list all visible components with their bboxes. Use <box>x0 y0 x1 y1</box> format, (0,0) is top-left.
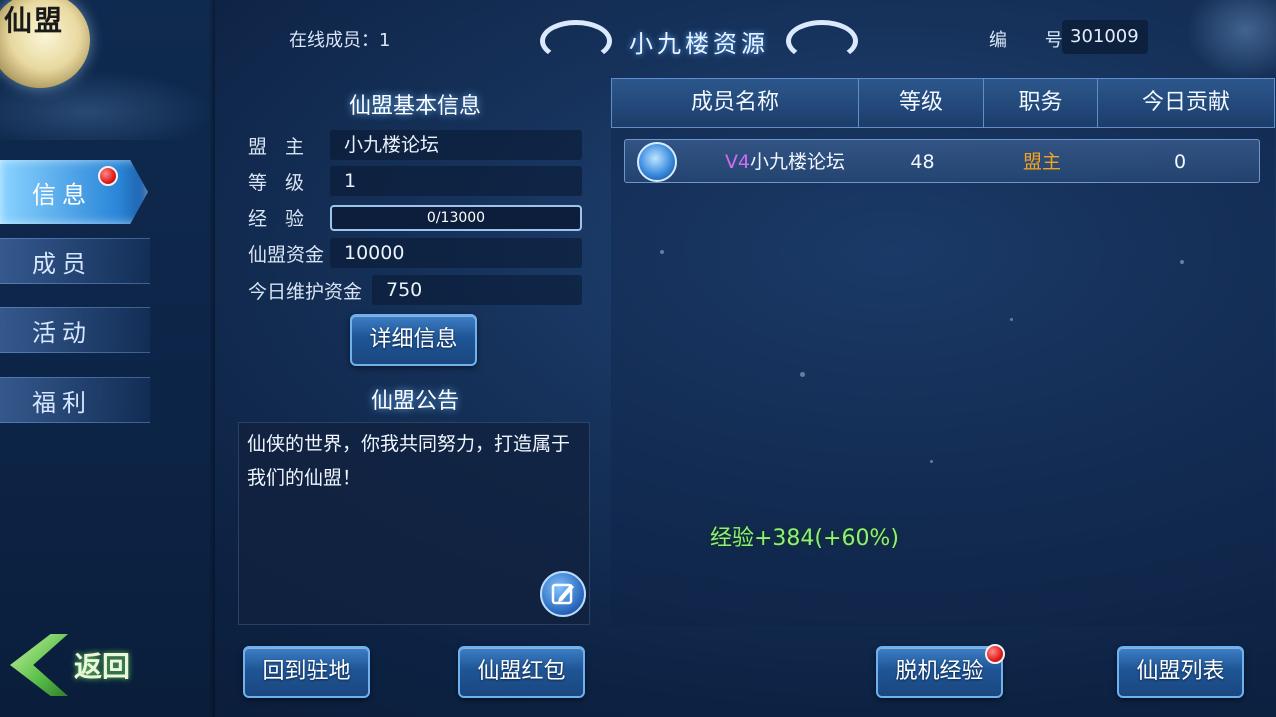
leader-label: 盟 主 <box>248 136 311 158</box>
cloud-decoration <box>1186 0 1276 80</box>
member-avatar-icon <box>637 142 677 182</box>
alliance-list-button[interactable]: 仙盟列表 <box>1117 646 1244 698</box>
basic-info-title: 仙盟基本信息 <box>348 94 481 119</box>
member-role: 盟主 <box>1022 151 1061 173</box>
tab-benefits-label: 福利 <box>32 388 92 417</box>
id-value: 301009 <box>1062 20 1148 54</box>
exp-gain-popup: 经验+384(+60%) <box>710 526 899 551</box>
red-packet-button[interactable]: 仙盟红包 <box>458 646 585 698</box>
pencil-icon <box>551 583 574 605</box>
level-value: 1 <box>330 166 582 196</box>
online-members-count: 在线成员：1 <box>289 30 391 51</box>
member-name: V4小九楼论坛 <box>705 140 865 184</box>
level-label: 等 级 <box>248 172 311 194</box>
column-header-contribution: 今日贡献 <box>1141 90 1230 115</box>
funds-value: 10000 <box>330 238 582 268</box>
edit-notice-icon[interactable] <box>540 571 586 617</box>
exp-progress-bar: 0/13000 <box>330 205 582 231</box>
tab-info[interactable]: 信息 <box>0 160 148 224</box>
column-header-level: 等级 <box>859 79 984 127</box>
member-table-header: 成员名称 等级 职务 今日贡献 <box>611 78 1275 128</box>
tab-members-label: 成员 <box>32 249 92 278</box>
notification-badge-icon <box>98 166 118 186</box>
alliance-screen: 仙盟 信息 成员 活动 福利 返回 在线成员：1 小九楼资源 编 号 30100… <box>0 0 1276 717</box>
return-base-button[interactable]: 回到驻地 <box>243 646 370 698</box>
member-level: 48 <box>910 151 935 173</box>
column-header-name: 成员名称 <box>612 79 859 127</box>
member-name-text: 小九楼论坛 <box>750 151 846 173</box>
tab-activities-label: 活动 <box>32 318 92 347</box>
notice-text: 仙侠的世界，你我共同努力，打造属于我们的仙盟！ <box>247 433 571 489</box>
tab-info-label: 信息 <box>32 180 92 209</box>
upkeep-label: 今日维护资金 <box>248 281 363 303</box>
funds-label: 仙盟资金 <box>248 244 325 266</box>
tab-activities[interactable]: 活动 <box>0 307 150 353</box>
notice-box: 仙侠的世界，你我共同努力，打造属于我们的仙盟！ <box>238 422 590 625</box>
title-banner: 小九楼资源 <box>538 10 860 68</box>
leader-value: 小九楼论坛 <box>330 130 582 160</box>
member-contribution: 0 <box>1173 151 1187 173</box>
back-label: 返回 <box>74 650 131 683</box>
upkeep-value: 750 <box>372 275 582 305</box>
back-button[interactable]: 返回 <box>10 632 150 698</box>
logo-text: 仙盟 <box>4 4 65 37</box>
column-header-role: 职务 <box>984 79 1098 127</box>
detail-info-button[interactable]: 详细信息 <box>350 314 477 366</box>
offline-exp-button[interactable]: 脱机经验 <box>876 646 1003 698</box>
tab-benefits[interactable]: 福利 <box>0 377 150 423</box>
exp-progress-text: 0/13000 <box>426 210 486 226</box>
notice-title: 仙盟公告 <box>370 389 459 414</box>
left-sidebar: 仙盟 信息 成员 活动 福利 返回 <box>0 0 215 717</box>
page-title: 小九楼资源 <box>629 30 769 58</box>
back-arrow-icon <box>10 634 68 696</box>
exp-label: 经 验 <box>248 208 311 230</box>
tab-members[interactable]: 成员 <box>0 238 150 284</box>
member-row[interactable]: V4小九楼论坛 48 盟主 0 <box>624 139 1260 183</box>
vip-badge: V4 <box>724 151 751 173</box>
notification-badge-icon <box>985 644 1005 664</box>
